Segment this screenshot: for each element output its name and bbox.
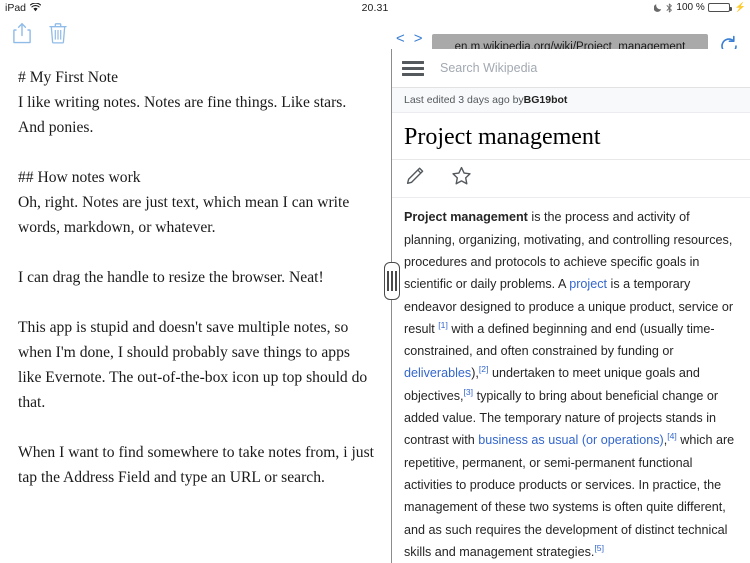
share-export-icon[interactable] [9,20,35,46]
browser-webview: Search Wikipedia Last edited 3 days ago … [392,49,750,563]
bluetooth-icon [666,3,673,13]
wikipedia-search-input[interactable]: Search Wikipedia [440,61,537,75]
article-body: Project management is the process and ac… [392,198,750,563]
ipad-split-screen: iPad 20.31 100 % [0,0,750,563]
forward-button[interactable]: > [414,31,423,46]
article-link[interactable]: business as usual (or operations) [478,433,664,447]
article-link[interactable]: deliverables [404,366,471,380]
citation-ref[interactable]: [2] [479,364,489,374]
battery-icon [708,3,730,12]
last-edited-username[interactable]: BG19bot [524,94,568,106]
lightning-bolt-icon: ⚡ [735,3,746,12]
citation-ref[interactable]: [4] [667,431,677,441]
article-bold-term: Project management [404,210,528,224]
browser-nav-arrows: < > [396,31,423,46]
notes-editor-pane[interactable]: # My First Note I like writing notes. No… [0,49,390,563]
drag-handle-icon[interactable] [384,262,400,300]
star-watch-icon[interactable] [451,166,472,191]
citation-ref[interactable]: [3] [464,387,474,397]
page-action-bar [392,160,750,198]
article-link[interactable]: project [569,277,607,291]
page-title: Project management [392,113,750,160]
wikipedia-search-bar[interactable]: Search Wikipedia [392,49,750,88]
citation-ref[interactable]: [5] [594,543,604,553]
article-paragraph: Project management is the process and ac… [404,206,738,563]
ios-status-bar: iPad 20.31 100 % [0,0,750,15]
trash-icon[interactable] [45,20,71,46]
notes-textarea[interactable]: # My First Note I like writing notes. No… [0,49,390,490]
battery-percent-label: 100 % [676,2,704,13]
moon-icon [654,3,663,12]
status-bar-clock: 20.31 [0,2,750,14]
back-button[interactable]: < [396,31,405,46]
app-toolbar: < > en.m.wikipedia.org/wiki/Project_mana… [0,15,750,49]
pencil-edit-icon[interactable] [405,166,425,191]
hamburger-menu-icon[interactable] [402,61,424,76]
last-edited-banner[interactable]: Last edited 3 days ago by BG19bot [392,88,750,113]
citation-ref[interactable]: [1] [438,320,448,330]
last-edited-text: Last edited 3 days ago by [404,94,524,106]
status-bar-right: 100 % ⚡ [654,2,746,13]
